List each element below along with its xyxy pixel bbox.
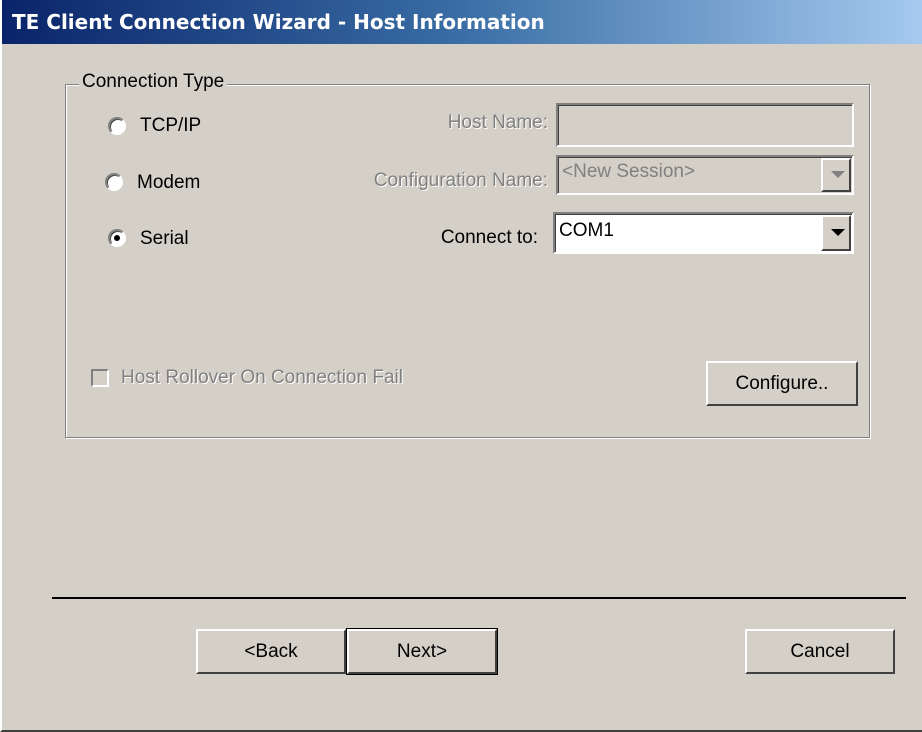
connection-type-legend: Connection Type xyxy=(79,71,228,93)
back-button[interactable]: <Back xyxy=(196,629,346,674)
radio-serial-label[interactable]: Serial xyxy=(140,228,189,250)
host-rollover-label[interactable]: Host Rollover On Connection Fail xyxy=(121,367,403,389)
window-title: TE Client Connection Wizard - Host Infor… xyxy=(12,10,545,34)
next-button-label: Next> xyxy=(396,640,448,662)
configuration-name-select[interactable]: <New Session> xyxy=(556,155,854,195)
connect-to-label: Connect to: xyxy=(440,227,538,248)
connect-to-value: COM1 xyxy=(559,220,614,241)
back-button-label: <Back xyxy=(244,640,298,662)
host-name-label: Host Name: xyxy=(447,112,548,133)
title-bar[interactable]: TE Client Connection Wizard - Host Infor… xyxy=(2,0,922,44)
configure-button[interactable]: Configure.. xyxy=(706,361,858,406)
host-name-input[interactable] xyxy=(556,103,854,147)
radio-serial[interactable] xyxy=(108,229,126,247)
host-rollover-checkbox[interactable] xyxy=(91,369,109,387)
configuration-name-dropdown-button[interactable] xyxy=(821,158,851,192)
connect-to-dropdown-button[interactable] xyxy=(821,215,851,251)
configuration-name-value: <New Session> xyxy=(562,161,696,182)
cancel-button[interactable]: Cancel xyxy=(745,629,895,674)
radio-modem[interactable] xyxy=(105,173,123,191)
chevron-down-icon xyxy=(831,171,845,178)
radio-tcpip-label[interactable]: TCP/IP xyxy=(140,115,201,137)
chevron-down-icon xyxy=(831,229,845,236)
cancel-button-label: Cancel xyxy=(790,640,850,662)
connect-to-select[interactable]: COM1 xyxy=(553,212,854,254)
wizard-window: TE Client Connection Wizard - Host Infor… xyxy=(0,0,922,732)
radio-tcpip[interactable] xyxy=(108,117,126,135)
next-button[interactable]: Next> xyxy=(346,628,498,675)
configure-button-label: Configure.. xyxy=(735,372,829,394)
separator-line xyxy=(52,597,906,599)
radio-modem-label[interactable]: Modem xyxy=(137,172,200,194)
configuration-name-label: Configuration Name: xyxy=(373,170,548,191)
